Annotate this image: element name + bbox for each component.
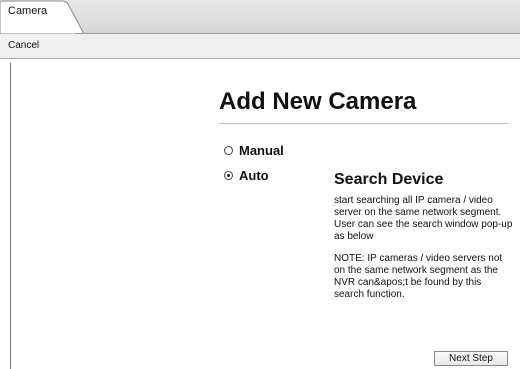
tab-strip: Camera bbox=[0, 0, 520, 34]
manual-radio[interactable] bbox=[224, 146, 233, 155]
manual-label: Manual bbox=[239, 143, 284, 158]
next-step-button[interactable]: Next Step bbox=[434, 351, 508, 366]
toolbar bbox=[0, 34, 520, 58]
title-divider bbox=[219, 123, 508, 124]
cancel-button[interactable]: Cancel bbox=[8, 40, 39, 51]
page-title: Add New Camera bbox=[219, 88, 417, 115]
auto-radio[interactable] bbox=[224, 171, 233, 180]
auto-option[interactable]: Auto bbox=[224, 168, 269, 183]
manual-option[interactable]: Manual bbox=[224, 143, 284, 158]
search-device-heading: Search Device bbox=[334, 171, 444, 188]
auto-label: Auto bbox=[239, 168, 269, 183]
search-description: start searching all IP camera / video se… bbox=[334, 195, 513, 242]
search-note: NOTE: IP cameras / video servers not on … bbox=[334, 253, 503, 300]
toolbar-divider bbox=[0, 58, 520, 59]
tab-camera[interactable]: Camera bbox=[8, 5, 47, 17]
